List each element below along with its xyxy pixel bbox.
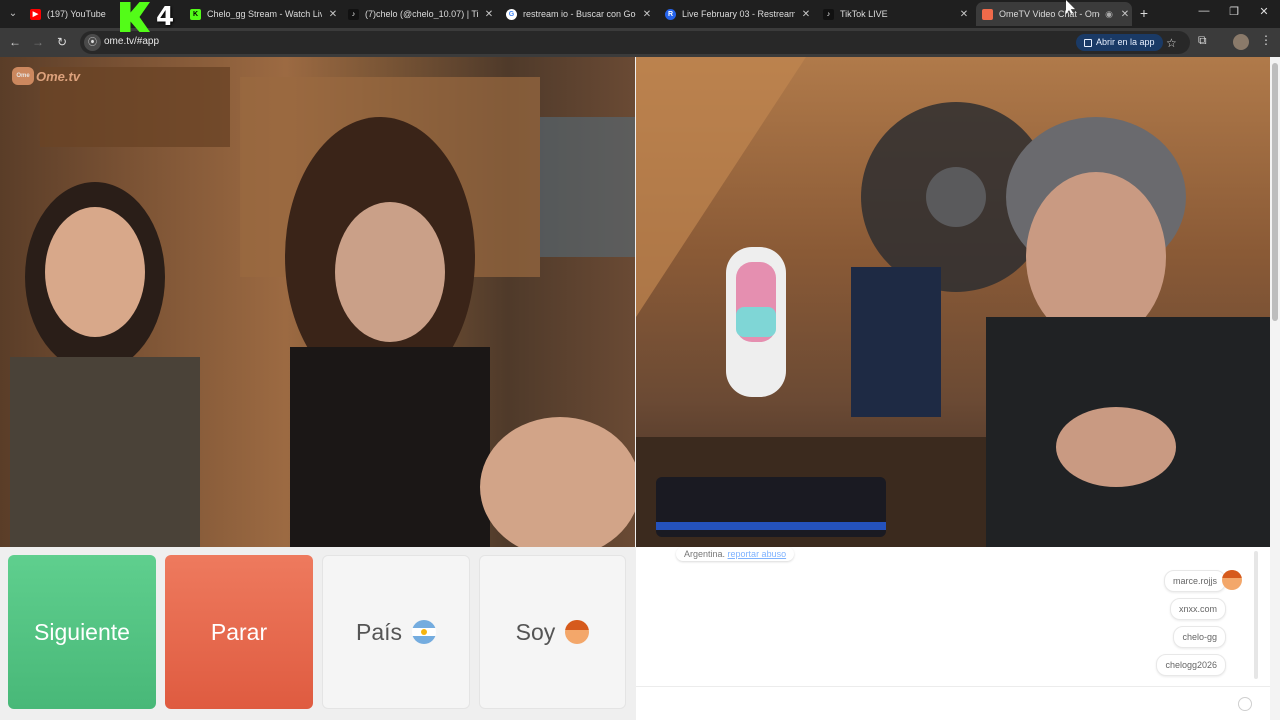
chat-message-text: chelo-gg — [1182, 632, 1217, 642]
logo-bubble: Ome — [12, 67, 34, 85]
profile-avatar[interactable] — [1233, 34, 1249, 50]
tiktok-icon: ♪ — [823, 8, 834, 20]
page-viewport: Ome Ome.tv Siguiente Parar País Soy Arge… — [0, 57, 1280, 720]
tab-title: (7)chelo (@chelo_10.07) | TikTok — [365, 9, 478, 19]
boy-face-icon — [565, 620, 590, 644]
country-label: País — [355, 618, 403, 645]
overlay-number: 4 — [156, 2, 175, 32]
restore-button[interactable]: ❐ — [1226, 5, 1242, 18]
open-app-icon — [1084, 38, 1092, 47]
close-icon[interactable]: ✕ — [326, 9, 340, 20]
close-icon[interactable]: ✕ — [1118, 9, 1132, 20]
close-icon[interactable]: ✕ — [640, 9, 654, 20]
logo-text: Ome.tv — [36, 68, 81, 84]
scrollbar-thumb[interactable] — [1272, 63, 1278, 321]
omnibox[interactable]: ⦿ ome.tv/#app Abrir en la app ☆ — [80, 31, 1190, 54]
open-in-app-button[interactable]: Abrir en la app — [1076, 34, 1163, 51]
ometv-logo: Ome Ome.tv — [12, 67, 80, 85]
next-button[interactable]: Siguiente — [8, 555, 156, 709]
self-video — [636, 57, 1270, 547]
recording-icon: ◉ — [1105, 8, 1113, 19]
tiktok-icon: ♪ — [348, 8, 359, 20]
tab-search-button[interactable]: ⌄ — [4, 5, 22, 23]
tab-title: restream io - Buscar con Google — [523, 9, 636, 19]
restream-icon: R — [665, 8, 676, 20]
tab-ometv[interactable]: OmeTV Video Chat - Ome ◉ ✕ — [976, 2, 1132, 26]
chat-message: chelo-gg — [1173, 626, 1226, 648]
google-icon: G — [506, 8, 517, 20]
close-icon[interactable]: ✕ — [482, 9, 496, 20]
location-text: Argentina. — [684, 549, 726, 559]
tab-title: Chelo_gg Stream - Watch Live — [207, 9, 322, 19]
tab-tiktok-live[interactable]: ♪ TikTok LIVE ✕ — [823, 2, 971, 26]
url-text[interactable]: ome.tv/#app — [104, 36, 159, 47]
report-abuse-link[interactable]: reportar abuso — [728, 549, 787, 559]
next-label: Siguiente — [34, 618, 130, 645]
chat-message: marce.rojjs — [1163, 570, 1226, 592]
tab-strip: ⌄ ▶ (197) YouTube K Chelo_gg Stream - Wa… — [0, 0, 1280, 28]
tab-google-search[interactable]: G restream io - Buscar con Google ✕ — [506, 2, 654, 26]
kick-icon: K — [190, 8, 201, 20]
stranger-video-frame — [10, 67, 635, 547]
stranger-video: Ome Ome.tv — [0, 57, 635, 547]
open-in-app-label: Abrir en la app — [1096, 37, 1155, 47]
tab-title: TikTok LIVE — [840, 9, 888, 19]
menu-icon[interactable]: ⋮ — [1260, 33, 1272, 47]
location-notice: Argentina. reportar abuso — [676, 547, 795, 561]
stream-overlay-badge: 4 — [120, 2, 174, 32]
chat-input[interactable] — [636, 686, 1270, 720]
gender-label: Soy — [515, 618, 556, 645]
argentina-flag-icon — [412, 620, 437, 644]
close-window-button[interactable]: ✕ — [1256, 5, 1272, 18]
tab-tiktok-profile[interactable]: ♪ (7)chelo (@chelo_10.07) | TikTok ✕ — [348, 2, 496, 26]
kick-logo-icon — [120, 2, 150, 32]
bookmark-star-icon[interactable]: ☆ — [1166, 36, 1177, 50]
stop-button[interactable]: Parar — [165, 555, 313, 709]
close-icon[interactable]: ✕ — [957, 9, 971, 20]
tab-title: OmeTV Video Chat - Ome — [999, 9, 1100, 19]
country-filter-button[interactable]: País — [322, 555, 470, 709]
tab-kick[interactable]: K Chelo_gg Stream - Watch Live ✕ — [190, 2, 340, 26]
stop-label: Parar — [210, 618, 268, 645]
ometv-icon — [982, 8, 993, 20]
forward-button[interactable]: → — [30, 34, 46, 50]
chat-message-text: marce.rojjs — [1172, 576, 1217, 586]
chat-scrollbar[interactable] — [1254, 551, 1258, 679]
tab-title: Live February 03 - Restream — [682, 9, 795, 19]
chat-message-text: chelogg2026 — [1165, 660, 1217, 670]
new-tab-button[interactable]: + — [1136, 5, 1152, 21]
tab-restream[interactable]: R Live February 03 - Restream ✕ — [665, 2, 813, 26]
chat-message-text: xnxx.com — [1178, 604, 1217, 614]
self-video-frame — [636, 57, 1270, 547]
page-scrollbar[interactable] — [1270, 57, 1280, 720]
emoji-icon[interactable] — [1238, 697, 1252, 711]
back-button[interactable]: ← — [7, 34, 23, 50]
extensions-icon[interactable]: ⧉ — [1198, 33, 1207, 48]
chat-message: xnxx.com — [1169, 598, 1226, 620]
chat-message: chelogg2026 — [1156, 654, 1226, 676]
reload-button[interactable]: ↻ — [54, 34, 70, 50]
address-bar: ← → ↻ ⦿ ome.tv/#app Abrir en la app ☆ — [0, 28, 1280, 57]
youtube-icon: ▶ — [30, 8, 41, 20]
gender-select-button[interactable]: Soy — [479, 555, 626, 709]
site-info-icon[interactable]: ⦿ — [84, 34, 101, 51]
sender-avatar-icon — [1222, 570, 1242, 590]
chat-panel: Argentina. reportar abuso marce.rojjs xn… — [636, 547, 1270, 720]
minimize-button[interactable]: — — [1196, 5, 1212, 17]
close-icon[interactable]: ✕ — [799, 9, 813, 20]
